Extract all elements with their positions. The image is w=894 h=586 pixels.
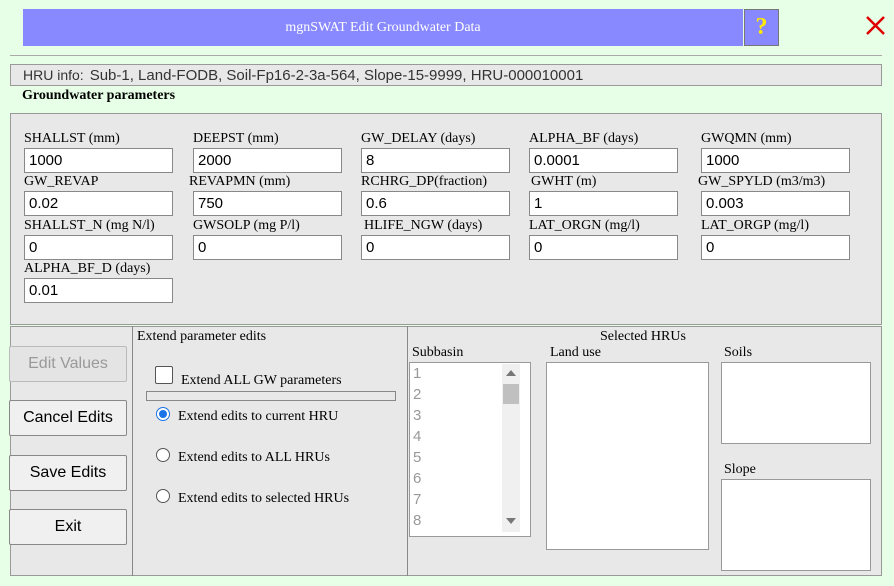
radio-selected-hrus-label: Extend edits to selected HRUs <box>178 491 350 506</box>
selected-hrus-title: Selected HRUs <box>600 329 686 344</box>
alpha-bf-d-input[interactable] <box>24 278 173 303</box>
hru-info-bar: HRU info: Sub-1, Land-FODB, Soil-Fp16-2-… <box>10 64 882 86</box>
list-item[interactable]: 8 <box>413 512 421 529</box>
gwht-input[interactable] <box>529 191 678 216</box>
edit-values-button[interactable]: Edit Values <box>9 346 127 382</box>
param-label-gw-spyld: GW_SPYLD (m3/m3) <box>698 174 826 189</box>
hru-info-value: Sub-1, Land-FODB, Soil-Fp16-2-3a-564, Sl… <box>89 66 584 84</box>
help-icon: ? <box>755 14 768 40</box>
divider <box>10 55 882 56</box>
close-button[interactable] <box>862 9 890 41</box>
param-label-revapmn: REVAPMN (mm) <box>189 174 291 189</box>
deepst-input[interactable] <box>193 148 342 173</box>
slope-label: Slope <box>724 462 756 477</box>
extend-all-checkbox[interactable] <box>155 366 173 384</box>
list-item[interactable]: 4 <box>413 428 421 445</box>
gwsolp-input[interactable] <box>193 235 342 260</box>
scrollbar-thumb[interactable] <box>503 384 519 404</box>
radio-all-hrus-label: Extend edits to ALL HRUs <box>178 450 330 465</box>
soils-list[interactable] <box>721 362 871 444</box>
shallst-n-input[interactable] <box>24 235 173 260</box>
exit-button[interactable]: Exit <box>9 509 127 545</box>
section-heading: Groundwater parameters <box>22 88 176 103</box>
param-label-lat-orgp: LAT_ORGP (mg/l) <box>701 218 809 233</box>
gw-spyld-input[interactable] <box>701 191 850 216</box>
gw-delay-input[interactable] <box>361 148 510 173</box>
landuse-list[interactable] <box>546 362 709 550</box>
close-icon <box>866 16 885 35</box>
extend-all-label: Extend ALL GW parameters <box>181 373 342 388</box>
list-item[interactable]: 1 <box>413 365 421 382</box>
param-label-lat-orgn: LAT_ORGN (mg/l) <box>529 218 640 233</box>
lat-orgn-input[interactable] <box>529 235 678 260</box>
lat-orgp-input[interactable] <box>701 235 850 260</box>
param-label-deepst: DEEPST (mm) <box>193 131 279 146</box>
scroll-up-icon[interactable] <box>506 370 516 376</box>
soils-label: Soils <box>724 345 753 360</box>
param-label-hlife-ngw: HLIFE_NGW (days) <box>364 218 483 233</box>
hlife-ngw-input[interactable] <box>361 235 510 260</box>
shallst-input[interactable] <box>24 148 173 173</box>
param-label-gwht: GWHT (m) <box>531 174 597 189</box>
help-button[interactable]: ? <box>744 9 779 46</box>
gwqmn-input[interactable] <box>701 148 850 173</box>
revapmn-input[interactable] <box>193 191 342 216</box>
param-label-alpha-bf-d: ALPHA_BF_D (days) <box>24 261 151 276</box>
param-label-alpha-bf: ALPHA_BF (days) <box>529 131 639 146</box>
landuse-label: Land use <box>550 345 601 360</box>
list-item[interactable]: 2 <box>413 386 421 403</box>
list-item[interactable]: 3 <box>413 407 421 424</box>
radio-selected-hrus[interactable] <box>156 489 170 503</box>
subbasin-label: Subbasin <box>412 345 464 360</box>
rchrg-dp-input[interactable] <box>361 191 510 216</box>
list-item[interactable]: 7 <box>413 491 421 508</box>
radio-all-hrus[interactable] <box>156 448 170 462</box>
param-label-gw-delay: GW_DELAY (days) <box>361 131 476 146</box>
param-label-shallst: SHALLST (mm) <box>24 131 120 146</box>
alpha-bf-input[interactable] <box>529 148 678 173</box>
param-label-gwqmn: GWQMN (mm) <box>701 131 792 146</box>
hru-info-label: HRU info: <box>23 67 84 83</box>
extend-title: Extend parameter edits <box>137 329 267 344</box>
separator <box>146 391 396 401</box>
radio-current-hru[interactable] <box>156 407 170 421</box>
param-label-shallst-n: SHALLST_N (mg N/l) <box>24 218 155 233</box>
slope-list[interactable] <box>721 479 871 571</box>
list-item[interactable]: 6 <box>413 470 421 487</box>
param-label-gwsolp: GWSOLP (mg P/l) <box>193 218 300 233</box>
window-title: mgnSWAT Edit Groundwater Data <box>23 9 743 46</box>
param-label-rchrg-dp: RCHRG_DP(fraction) <box>361 174 487 189</box>
scroll-down-icon[interactable] <box>506 518 516 524</box>
subbasin-scrollbar[interactable] <box>502 364 520 532</box>
save-edits-button[interactable]: Save Edits <box>9 455 127 491</box>
cancel-edits-button[interactable]: Cancel Edits <box>9 400 127 436</box>
param-label-gw-revap: GW_REVAP <box>24 174 99 189</box>
radio-current-hru-label: Extend edits to current HRU <box>178 409 339 424</box>
gw-revap-input[interactable] <box>24 191 173 216</box>
list-item[interactable]: 5 <box>413 449 421 466</box>
